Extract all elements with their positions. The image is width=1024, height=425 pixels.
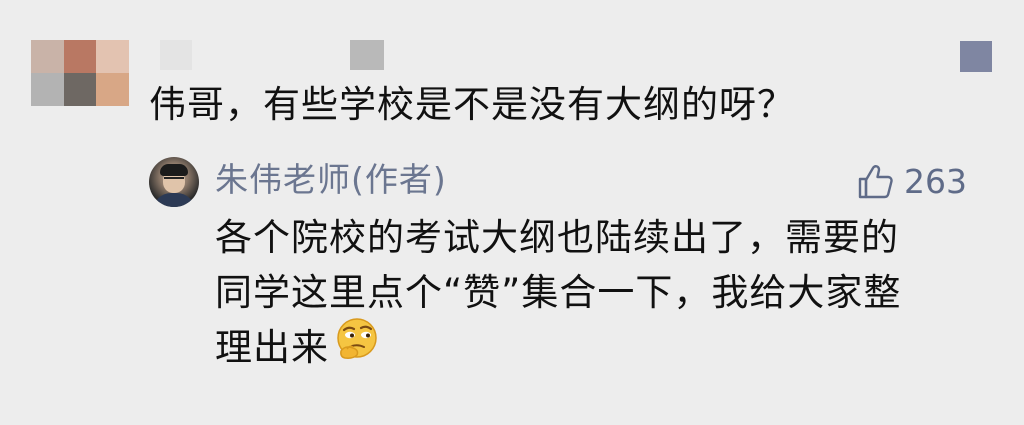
avatar-shoulders xyxy=(153,193,195,207)
comment-like-blurred[interactable] xyxy=(960,41,992,72)
author-avatar[interactable] xyxy=(149,157,199,207)
avatar-pixel xyxy=(96,73,129,106)
avatar-pixel xyxy=(63,73,97,106)
avatar-pixel xyxy=(96,40,129,73)
avatar-pixel xyxy=(31,40,64,73)
reply-author-name[interactable]: 朱伟老师(作者) xyxy=(215,158,447,202)
commenter-name-blurred xyxy=(160,40,192,70)
reply-line-last: 理出来 xyxy=(215,317,985,379)
reply-line: 同学这里点个“赞”集合一下，我给大家整 xyxy=(215,271,902,314)
avatar-pixel xyxy=(31,73,64,106)
commenter-name-blurred xyxy=(350,40,384,70)
commenter-avatar-blurred[interactable] xyxy=(31,40,129,106)
reply-text: 各个院校的考试大纲也陆续出了，需要的 同学这里点个“赞”集合一下，我给大家整 理… xyxy=(215,210,985,379)
avatar-glasses xyxy=(164,177,184,184)
comment-text: 伟哥，有些学校是不是没有大纲的呀？ xyxy=(149,83,795,126)
comment-thread: 伟哥，有些学校是不是没有大纲的呀？ 朱伟老师(作者) 263 各个院校的考试大纲… xyxy=(0,0,1024,425)
avatar-hair xyxy=(160,164,188,176)
like-count: 263 xyxy=(904,162,967,201)
like-button[interactable]: 263 xyxy=(856,160,967,204)
thumbs-up-icon xyxy=(856,163,894,201)
reply-line-text: 理出来 xyxy=(215,326,329,369)
thinking-emoji-icon xyxy=(333,317,381,376)
reply-line: 各个院校的考试大纲也陆续出了，需要的 xyxy=(215,216,899,259)
avatar-pixel xyxy=(63,40,97,73)
